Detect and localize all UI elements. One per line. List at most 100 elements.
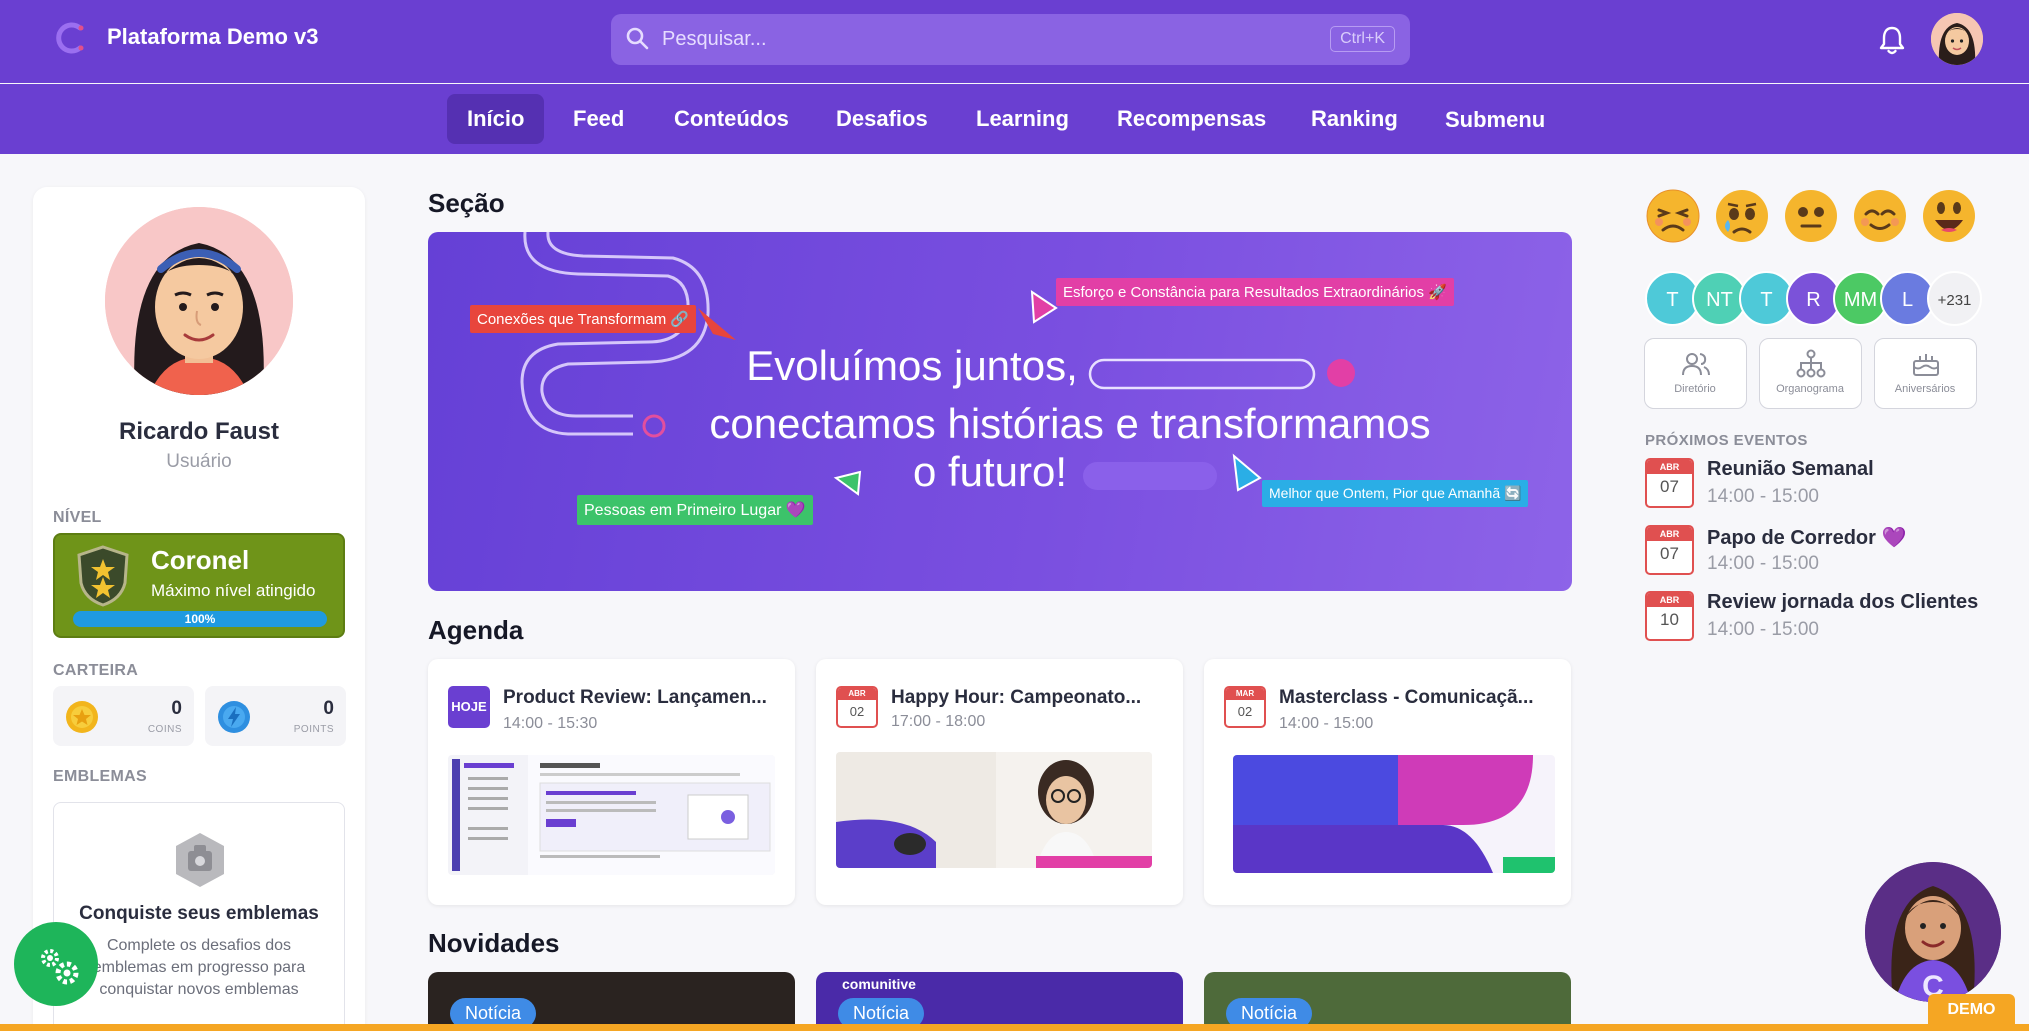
coins-unit: COINS [147, 724, 182, 735]
profile-name: Ricardo Faust [118, 418, 280, 445]
banner-tag-conexoes: Conexões que Transformam 🔗 [470, 305, 697, 333]
nav-item-submenu[interactable]: Submenu [1425, 95, 1565, 145]
quick-link-aniversarios[interactable]: Aniversários [1874, 338, 1977, 409]
news-card[interactable]: comunitive Notícia [816, 972, 1183, 1031]
event-item[interactable]: ABR 07 Papo de Corredor 💜 14:00 - 15:00 [1645, 525, 1985, 580]
coins-value: 0 [171, 698, 182, 719]
quick-link-label: Organograma [1776, 383, 1844, 395]
date-month: MAR [1226, 688, 1264, 700]
news-title: Novidades [428, 928, 560, 958]
wallet-points[interactable]: 0 POINTS [205, 686, 346, 746]
today-badge: HOJE [448, 686, 490, 728]
event-title: Reunião Semanal [1707, 458, 1874, 480]
mood-emoji-happy[interactable] [1921, 188, 1977, 244]
nav-item-feed[interactable]: Feed [553, 94, 644, 144]
quick-link-label: Diretório [1674, 383, 1716, 395]
nav-item-inicio[interactable]: Início [447, 94, 545, 144]
search-shortcut: Ctrl+K [1330, 26, 1395, 52]
event-time: 14:00 - 15:00 [1707, 619, 1819, 640]
badges-description: Complete os desafios dos emblemas em pro… [92, 937, 306, 998]
date-day: 02 [1237, 704, 1253, 719]
agenda-event-time: 14:00 - 15:30 [503, 715, 598, 732]
profile-avatar[interactable] [105, 207, 293, 395]
event-day: 07 [1660, 477, 1679, 496]
event-title: Review jornada dos Clientes [1707, 591, 1979, 613]
quick-link-organograma[interactable]: Organograma [1759, 338, 1862, 409]
agenda-thumbnail [448, 755, 775, 875]
agenda-thumbnail [1233, 755, 1555, 873]
upcoming-events-label: PRÓXIMOS EVENTOS [1645, 432, 1808, 449]
nav-item-ranking[interactable]: Ranking [1291, 94, 1418, 144]
screenshot-thumbnail [448, 755, 775, 875]
points-value: 0 [323, 698, 334, 719]
mood-emoji-persevering[interactable] [1645, 188, 1701, 244]
quick-link-diretorio[interactable]: Diretório [1644, 338, 1747, 409]
news-card[interactable]: Notícia [428, 972, 795, 1031]
event-time: 14:00 - 15:00 [1707, 486, 1819, 507]
news-card[interactable]: Notícia [1204, 972, 1571, 1031]
event-day: 10 [1660, 610, 1679, 629]
nav-item-learning[interactable]: Learning [956, 94, 1089, 144]
bell-icon[interactable] [1877, 24, 1907, 56]
hero-banner[interactable]: Conexões que Transformam 🔗 Esforço e Con… [428, 232, 1572, 591]
members-more-count[interactable]: +231 [1927, 271, 1982, 326]
coin-icon [66, 701, 98, 733]
points-unit: POINTS [293, 724, 334, 735]
event-time: 14:00 - 15:00 [1707, 553, 1819, 574]
bottom-accent-line [0, 1024, 2029, 1031]
mood-emoji-relieved[interactable] [1852, 188, 1908, 244]
search-input[interactable]: Pesquisar... Ctrl+K [611, 14, 1410, 65]
settings-fab-button[interactable] [14, 922, 98, 1006]
comunitive-logo-icon[interactable] [52, 18, 92, 58]
agenda-thumbnail [836, 752, 1152, 868]
agenda-card[interactable]: ABR 02 Happy Hour: Campeonato... 17:00 -… [816, 659, 1183, 905]
mascot-avatar[interactable]: C [1865, 862, 2001, 1002]
demo-badge: DEMO [1928, 994, 2015, 1026]
user-avatar[interactable] [1931, 13, 1983, 65]
banner-headline-3: o futuro! [912, 448, 1068, 495]
main-nav: Início Feed Conteúdos Desafios Learning … [0, 84, 2029, 154]
level-title: Coronel [151, 545, 250, 575]
date-day: 02 [849, 704, 865, 719]
points-icon [218, 701, 250, 733]
news-brand: comunitive [842, 976, 916, 992]
quick-link-label: Aniversários [1894, 383, 1956, 395]
rank-shield-icon [77, 545, 129, 607]
profile-card: Ricardo Faust Usuário NÍVEL Coronel Máxi… [33, 187, 365, 1031]
level-label: NÍVEL [53, 509, 102, 526]
search-icon [626, 27, 649, 50]
mood-emoji-crying[interactable] [1714, 188, 1770, 244]
level-progress-bar: 100% [73, 611, 327, 627]
event-month: ABR [1647, 593, 1692, 607]
level-card[interactable]: Coronel Máximo nível atingido 100% [53, 533, 345, 638]
calendar-icon: ABR 07 [1645, 458, 1694, 508]
brand-name[interactable]: Plataforma Demo v3 [107, 24, 319, 50]
section-title: Seção [428, 188, 505, 218]
mood-emoji-neutral[interactable] [1783, 188, 1839, 244]
agenda-event-title: Masterclass - Comunicaçã... [1279, 687, 1534, 708]
agenda-title: Agenda [428, 615, 524, 645]
agenda-card[interactable]: MAR 02 Masterclass - Comunicaçã... 14:00… [1204, 659, 1571, 905]
settings-gears-icon [41, 949, 79, 985]
wallet-coins[interactable]: 0 COINS [53, 686, 194, 746]
event-item[interactable]: ABR 07 Reunião Semanal 14:00 - 15:00 [1645, 458, 1985, 513]
agenda-event-time: 14:00 - 15:00 [1279, 715, 1374, 732]
event-title: Papo de Corredor 💜 [1707, 527, 1907, 549]
event-day: 07 [1660, 544, 1679, 563]
banner-headline-1: Evoluímos juntos, [746, 342, 1078, 389]
nav-item-conteudos[interactable]: Conteúdos [654, 94, 809, 144]
date-month: ABR [838, 688, 876, 700]
nav-item-recompensas[interactable]: Recompensas [1097, 94, 1286, 144]
nav-item-desafios[interactable]: Desafios [816, 94, 948, 144]
event-month: ABR [1647, 527, 1692, 541]
calendar-icon: ABR 10 [1645, 591, 1694, 641]
users-icon [1682, 353, 1710, 376]
agenda-card[interactable]: HOJE Product Review: Lançamen... 14:00 -… [428, 659, 795, 905]
date-badge: ABR 02 [836, 686, 878, 728]
cake-icon [1913, 354, 1939, 376]
date-badge: MAR 02 [1224, 686, 1266, 728]
org-chart-icon [1796, 349, 1826, 378]
agenda-event-title: Happy Hour: Campeonato... [891, 687, 1142, 708]
level-subtitle: Máximo nível atingido [151, 581, 316, 600]
event-item[interactable]: ABR 10 Review jornada dos Clientes 14:00… [1645, 591, 1985, 646]
